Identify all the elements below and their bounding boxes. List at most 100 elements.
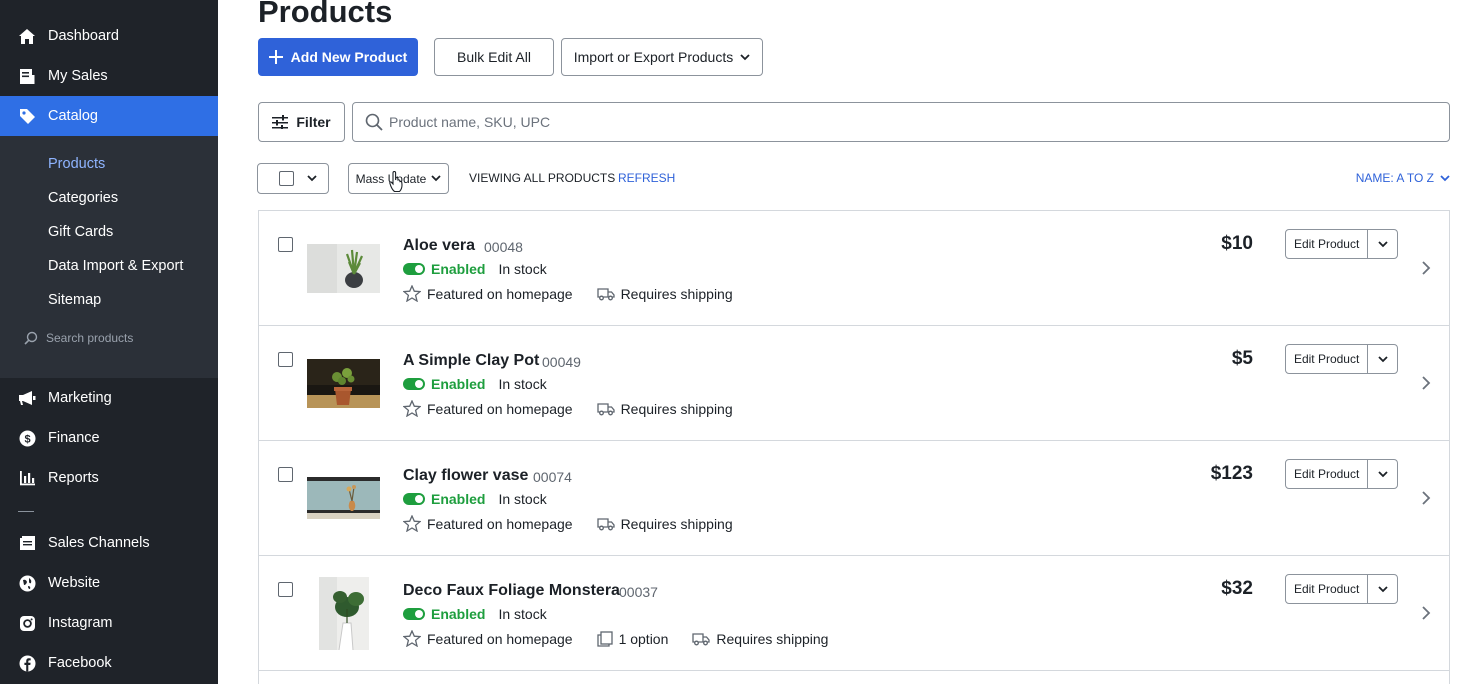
stock-status: In stock [498, 606, 547, 622]
sidebar-item-label: Catalog [48, 108, 98, 124]
featured-tag: Featured on homepage [427, 630, 573, 647]
truck-icon [692, 632, 711, 645]
enabled-toggle[interactable] [403, 608, 425, 620]
sidebar-item-instagram[interactable]: Instagram [0, 603, 218, 643]
hand-cursor-icon [389, 171, 403, 193]
megaphone-icon [18, 389, 36, 407]
submenu-item-categories[interactable]: Categories [48, 190, 118, 206]
submenu-item-data-import-export[interactable]: Data Import & Export [48, 258, 183, 274]
status-enabled: Enabled [431, 606, 486, 622]
featured-tag: Featured on homepage [427, 285, 573, 302]
chevron-right-icon[interactable] [1421, 375, 1431, 391]
chevron-right-icon[interactable] [1421, 260, 1431, 276]
product-row[interactable]: Aloe vera 00048 Enabled In stock Feature… [259, 211, 1449, 326]
bar-chart-icon [18, 469, 36, 487]
add-new-product-label: Add New Product [290, 49, 408, 65]
star-icon [403, 515, 421, 532]
add-new-product-button[interactable]: Add New Product [258, 38, 418, 76]
chevron-right-icon[interactable] [1421, 605, 1431, 621]
enabled-toggle[interactable] [403, 493, 425, 505]
sidebar-item-website[interactable]: Website [0, 563, 218, 603]
product-price: $5 [1231, 348, 1253, 369]
star-icon [403, 285, 421, 302]
submenu-item-sitemap[interactable]: Sitemap [48, 292, 101, 308]
shipping-tag: Requires shipping [620, 285, 733, 302]
product-thumbnail [307, 359, 380, 408]
instagram-icon [18, 614, 36, 632]
chevron-down-icon [431, 175, 441, 182]
copy-icon [596, 630, 613, 647]
edit-options-dropdown[interactable] [1368, 460, 1397, 488]
select-all-dropdown[interactable] [257, 163, 329, 194]
status-enabled: Enabled [431, 491, 486, 507]
sidebar-item-dashboard[interactable]: Dashboard [0, 16, 218, 56]
star-icon [403, 400, 421, 417]
sidebar-item-label: My Sales [48, 68, 108, 84]
product-row[interactable]: Clay flower vase 00074 Enabled In stock … [259, 441, 1449, 556]
sort-dropdown[interactable]: NAME: A TO Z [1356, 171, 1450, 185]
featured-tag: Featured on homepage [427, 400, 573, 417]
sidebar-item-reports[interactable]: Reports [0, 458, 218, 498]
edit-product-button[interactable]: Edit Product [1286, 345, 1369, 373]
select-all-checkbox[interactable] [279, 171, 294, 186]
product-sku: 00074 [533, 469, 572, 485]
product-name[interactable]: A Simple Clay Pot [403, 352, 539, 370]
shipping-tag: Requires shipping [620, 400, 733, 417]
row-checkbox[interactable] [278, 352, 293, 367]
facebook-icon [18, 654, 36, 672]
row-checkbox[interactable] [278, 237, 293, 252]
sidebar-search[interactable]: Search products [24, 331, 133, 345]
bulk-edit-all-button[interactable]: Bulk Edit All [434, 38, 554, 76]
refresh-link[interactable]: REFRESH [618, 171, 675, 185]
sidebar-item-label: Sales Channels [48, 535, 150, 551]
edit-product-button[interactable]: Edit Product [1286, 230, 1369, 258]
sidebar-item-label: Dashboard [48, 28, 119, 44]
sidebar-item-facebook[interactable]: Facebook [0, 643, 218, 683]
enabled-toggle[interactable] [403, 263, 425, 275]
bulk-edit-all-label: Bulk Edit All [457, 49, 531, 65]
receipt-icon [18, 67, 36, 85]
chevron-down-icon [307, 175, 317, 182]
row-checkbox[interactable] [278, 582, 293, 597]
search-icon [365, 113, 383, 131]
home-icon [18, 27, 36, 45]
sidebar-item-label: Facebook [48, 655, 112, 671]
product-name[interactable]: Aloe vera [403, 237, 475, 255]
sidebar-search-placeholder: Search products [46, 331, 134, 345]
row-checkbox[interactable] [278, 467, 293, 482]
sidebar-item-my-sales[interactable]: My Sales [0, 56, 218, 96]
edit-product-group: Edit Product [1285, 574, 1398, 604]
edit-product-group: Edit Product [1285, 459, 1398, 489]
submenu-item-products[interactable]: Products [48, 156, 105, 172]
chevron-down-icon [1440, 174, 1450, 182]
product-thumbnail [307, 477, 380, 519]
edit-options-dropdown[interactable] [1368, 230, 1397, 258]
edit-options-dropdown[interactable] [1368, 345, 1397, 373]
truck-icon [596, 402, 615, 415]
product-name[interactable]: Deco Faux Foliage Monstera [403, 582, 620, 600]
sidebar-item-sales-channels[interactable]: Sales Channels [0, 523, 218, 563]
edit-options-dropdown[interactable] [1368, 575, 1397, 603]
product-thumbnail [319, 577, 369, 650]
sliders-icon [272, 115, 289, 129]
product-price: $123 [1210, 463, 1253, 484]
chevron-down-icon [1377, 240, 1388, 247]
filter-button[interactable]: Filter [258, 102, 345, 142]
enabled-toggle[interactable] [403, 378, 425, 390]
edit-product-button[interactable]: Edit Product [1286, 575, 1369, 603]
sidebar-item-marketing[interactable]: Marketing [0, 378, 218, 418]
product-name[interactable]: Clay flower vase [403, 467, 528, 485]
sidebar-item-finance[interactable]: $ Finance [0, 418, 218, 458]
sidebar-item-catalog[interactable]: Catalog [0, 96, 218, 136]
edit-product-button[interactable]: Edit Product [1286, 460, 1369, 488]
product-search-field [352, 102, 1450, 142]
product-list: Aloe vera 00048 Enabled In stock Feature… [258, 210, 1450, 684]
product-row[interactable]: A Simple Clay Pot 00049 Enabled In stock… [259, 326, 1449, 441]
chevron-right-icon[interactable] [1421, 490, 1431, 506]
sidebar-item-label: Instagram [48, 615, 113, 631]
import-export-products-button[interactable]: Import or Export Products [561, 38, 763, 76]
svg-text:$: $ [24, 433, 30, 445]
submenu-item-gift-cards[interactable]: Gift Cards [48, 224, 113, 240]
product-row[interactable]: Deco Faux Foliage Monstera 00037 Enabled… [259, 556, 1449, 671]
product-search-input[interactable] [389, 114, 1289, 130]
